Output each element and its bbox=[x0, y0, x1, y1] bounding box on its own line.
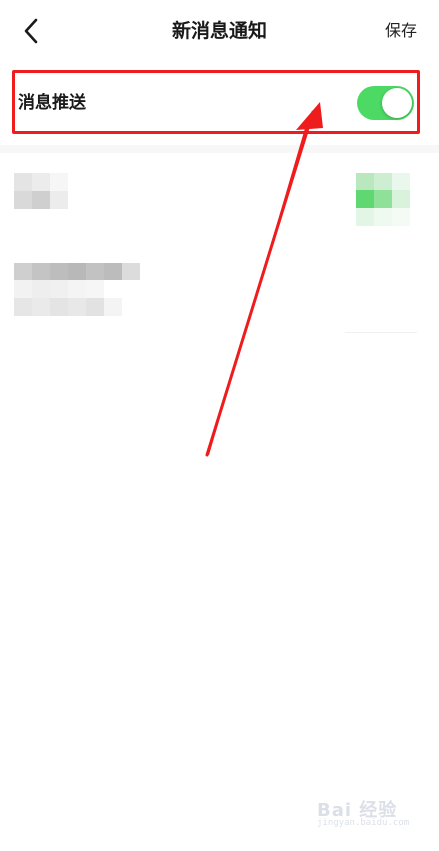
mosaic-block bbox=[32, 280, 50, 298]
mosaic-block bbox=[374, 208, 392, 226]
mosaic-block bbox=[68, 280, 86, 298]
mosaic-block bbox=[356, 190, 374, 208]
mosaic-block bbox=[86, 298, 104, 316]
section-divider bbox=[0, 145, 439, 153]
mosaic-block bbox=[14, 280, 32, 298]
mosaic-block bbox=[14, 298, 32, 316]
annotation-highlight-box bbox=[12, 70, 420, 134]
row-separator bbox=[345, 332, 417, 333]
watermark-url: jingyan.baidu.com bbox=[317, 818, 410, 828]
mosaic-block bbox=[86, 263, 104, 280]
mosaic-block bbox=[50, 298, 68, 316]
baidu-jingyan-watermark: Bai 经验 jingyan.baidu.com bbox=[317, 796, 417, 836]
mosaic-block bbox=[392, 190, 410, 208]
mosaic-block bbox=[50, 263, 68, 280]
obscured-content-area bbox=[0, 153, 439, 343]
mosaic-block bbox=[50, 191, 68, 209]
save-button[interactable]: 保存 bbox=[385, 0, 417, 62]
mosaic-block bbox=[32, 263, 50, 280]
mosaic-block bbox=[32, 298, 50, 316]
mosaic-block bbox=[50, 173, 68, 191]
mosaic-block bbox=[122, 263, 140, 280]
mosaic-block bbox=[104, 263, 122, 280]
mosaic-block bbox=[392, 208, 410, 226]
mosaic-block bbox=[356, 208, 374, 226]
mosaic-block bbox=[356, 173, 374, 190]
mosaic-block bbox=[374, 190, 392, 208]
mosaic-block bbox=[50, 280, 68, 298]
mosaic-block bbox=[104, 298, 122, 316]
mosaic-block bbox=[374, 173, 392, 190]
mosaic-block bbox=[86, 280, 104, 298]
mosaic-block bbox=[68, 298, 86, 316]
mosaic-block bbox=[14, 173, 32, 191]
mosaic-block bbox=[14, 191, 32, 209]
page-title: 新消息通知 bbox=[171, 20, 267, 42]
mosaic-block bbox=[32, 191, 50, 209]
mosaic-block bbox=[14, 263, 32, 280]
mosaic-block bbox=[68, 263, 86, 280]
mosaic-block bbox=[32, 173, 50, 191]
navigation-bar: 新消息通知 保存 bbox=[0, 0, 439, 62]
mosaic-block bbox=[392, 173, 410, 190]
